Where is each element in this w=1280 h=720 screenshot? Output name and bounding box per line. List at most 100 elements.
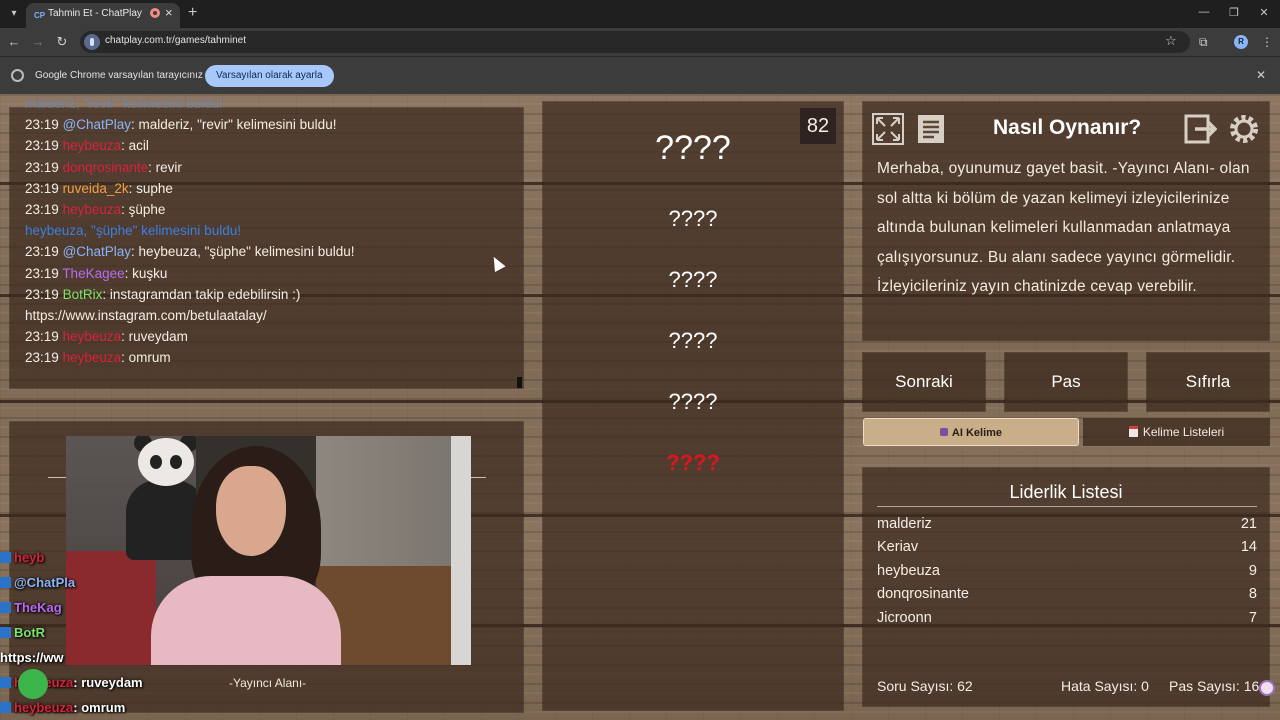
document-icon-graphic (918, 115, 944, 143)
overlay-username: BotR (14, 625, 46, 640)
overlay-username: heyb (14, 550, 45, 565)
chat-username[interactable]: @ChatPlay (63, 244, 131, 259)
list-icon (1128, 426, 1138, 437)
chat-message: 23:19 heybeuza: şüphe (25, 202, 515, 223)
window-close-button[interactable]: ✕ (1255, 6, 1273, 19)
tab-favicon: CP (34, 11, 46, 20)
reset-button[interactable]: Sıfırla (1147, 353, 1269, 411)
new-tab-button[interactable]: + (188, 5, 197, 21)
panda-eye (150, 455, 162, 469)
chat-username[interactable]: heybeuza (63, 138, 122, 153)
chat-message: 23:19 heybeuza: acil (25, 138, 515, 159)
player-score: 21 (1240, 516, 1257, 532)
url-text: chatplay.com.tr/games/tahminet (105, 35, 246, 46)
timer-counter: 82 (800, 108, 836, 144)
gear-icon[interactable] (1227, 112, 1261, 146)
chat-username[interactable]: BotRix (63, 287, 103, 302)
taboo-word: ???? (668, 389, 718, 414)
site-info-icon[interactable] (84, 34, 100, 50)
forward-button[interactable]: → (29, 33, 47, 51)
chat-username[interactable]: heybeuza (63, 202, 122, 217)
chat-timestamp: 23:19 (25, 329, 59, 345)
player-name: Keriav (877, 539, 919, 555)
chat-scrollbar[interactable] (517, 377, 522, 388)
chat-username[interactable]: malderiz, "revir" kelimesini buldu! (25, 96, 223, 111)
overlay-username: https://ww (0, 650, 64, 665)
chat-username[interactable]: @ChatPlay (63, 117, 131, 132)
player-score: 9 (1248, 563, 1257, 579)
reload-button[interactable]: ↻ (53, 33, 71, 51)
chat-text: : ruveydam (121, 329, 188, 345)
chat-text: : suphe (128, 180, 173, 196)
infobar-close-icon[interactable]: ✕ (1256, 68, 1266, 82)
chat-message: 23:19 heybeuza: omrum (25, 350, 515, 371)
chat-timestamp: 23:19 (25, 159, 59, 175)
chat-timestamp: 23:19 (25, 117, 59, 133)
expand-icon[interactable] (871, 112, 905, 146)
chrome-icon (11, 69, 24, 82)
minimize-button[interactable]: — (1195, 6, 1213, 18)
leaderboard-row: donqrosinante 8 (877, 586, 1257, 608)
panda-head (138, 438, 194, 486)
chat-panel[interactable]: malderiz, "revir" kelimesini buldu! 23:19… (10, 96, 523, 388)
default-browser-infobar: Google Chrome varsayılan tarayıcınız değ… (0, 56, 1280, 94)
word-lists-button[interactable]: Kelime Listeleri (1083, 418, 1270, 446)
chat-message: 23:19 donqrosinante: revir (25, 160, 515, 181)
restore-button[interactable]: ❐ (1225, 6, 1243, 19)
active-tab[interactable]: CP Tahmin Et - ChatPlay × (26, 3, 180, 28)
chat-message: 23:19 @ChatPlay: heybeuza, "şüphe" kelim… (25, 244, 515, 265)
chat-username[interactable]: heybeuza (63, 350, 122, 365)
chat-text: : omrum (121, 350, 171, 366)
menu-icon[interactable]: ⋮ (1261, 33, 1273, 51)
chat-text: : malderiz, "revir" kelimesini buldu! (131, 117, 337, 133)
infobar-message: Google Chrome varsayılan tarayıcınız değ… (35, 70, 227, 81)
overlay-chat-line: heyb (0, 550, 200, 575)
chat-username[interactable]: heybeuza (63, 329, 122, 344)
pass-button[interactable]: Pas (1005, 353, 1127, 411)
back-button[interactable]: ← (5, 33, 23, 51)
bookmark-star-icon[interactable]: ☆ (1165, 33, 1177, 49)
chat-timestamp: 23:19 (25, 201, 59, 217)
chat-text: : kuşku (124, 265, 168, 281)
widget-icon[interactable] (1259, 680, 1275, 696)
tab-title: Tahmin Et - ChatPlay (48, 8, 142, 19)
chat-username[interactable]: TheKagee (62, 266, 124, 281)
overlay-username: TheKag (14, 600, 62, 615)
chat-message: 23:19 heybeuza: ruveydam (25, 329, 515, 350)
streamer-area-label: -Yayıncı Alanı- (229, 676, 307, 690)
chat-text: https://www.instagram.com/betulaatalay/ (25, 307, 267, 323)
chat-messages: malderiz, "revir" kelimesini buldu! 23:19… (25, 96, 515, 371)
target-word: ???? (655, 129, 731, 167)
tab-search-button[interactable]: ▾ (6, 6, 22, 22)
exit-icon[interactable] (1183, 112, 1218, 146)
how-to-play-title: Nasıl Oynanır? (993, 116, 1142, 139)
chat-username[interactable]: donqrosinante (63, 160, 149, 175)
document-icon[interactable] (914, 112, 948, 146)
chat-username[interactable]: ruveida_2k (63, 181, 129, 196)
leaderboard-row: malderiz 21 (877, 516, 1257, 538)
streamer-face (216, 466, 286, 556)
expand-icon-graphic (872, 113, 904, 145)
player-score: 8 (1248, 586, 1257, 602)
overlay-chat-line: BotR (0, 625, 200, 650)
overlay-username: heybeuza (14, 700, 74, 715)
extensions-icon[interactable]: ⧉ (1199, 33, 1208, 51)
chat-username[interactable]: heybeuza, "şüphe" kelimesini buldu! (25, 223, 241, 238)
chat-badge-icon (0, 552, 11, 563)
chat-message: malderiz, "revir" kelimesini buldu! (25, 96, 515, 117)
profile-avatar[interactable]: R (1234, 35, 1248, 49)
chat-text: : acil (121, 138, 149, 154)
tab-close-icon[interactable]: × (165, 6, 173, 20)
next-button[interactable]: Sonraki (863, 353, 985, 411)
ai-word-label: AI Kelime (951, 427, 1003, 439)
tab-recording-icon[interactable] (150, 8, 160, 18)
set-default-button[interactable]: Varsayılan olarak ayarla (205, 65, 334, 87)
chat-badge-icon (0, 602, 11, 613)
address-bar[interactable]: chatplay.com.tr/games/tahminet ☆ (80, 31, 1190, 53)
ai-word-button[interactable]: AI Kelime (863, 418, 1079, 446)
player-name: Jicroonn (877, 610, 932, 626)
player-score: 14 (1240, 539, 1257, 555)
taboo-word: ???? (668, 267, 718, 292)
player-name: heybeuza (877, 563, 940, 579)
chat-badge-icon (0, 627, 11, 638)
